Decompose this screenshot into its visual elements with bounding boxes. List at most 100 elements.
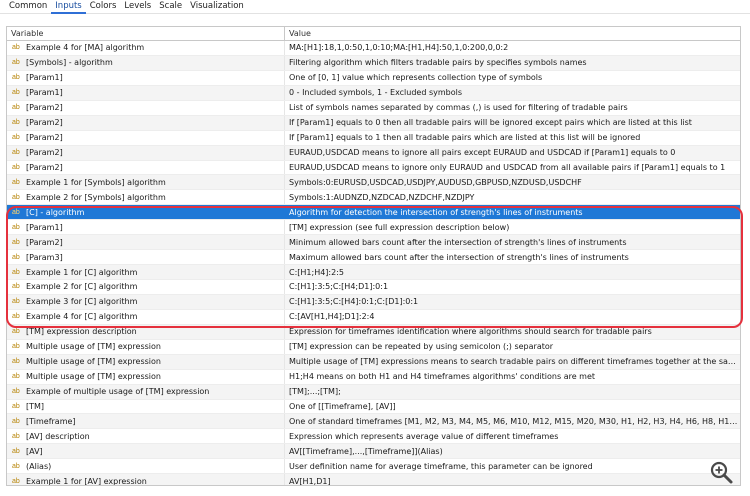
variable-cell: ab [C] - algorithm xyxy=(7,205,285,220)
value-cell[interactable]: Maximum allowed bars count after the int… xyxy=(285,253,740,262)
string-type-icon: ab xyxy=(12,417,20,425)
variable-cell: ab [Param2] xyxy=(7,115,285,130)
value-cell[interactable]: If [Param1] equals to 1 then all tradabl… xyxy=(285,133,740,142)
tab-colors[interactable]: Colors xyxy=(86,0,121,14)
value-cell[interactable]: [TM];...;[TM]; xyxy=(285,387,740,396)
variable-cell: ab Example 1 for [AV] expression xyxy=(7,474,285,485)
tab-scale[interactable]: Scale xyxy=(155,0,186,14)
value-cell[interactable]: EURAUD,USDCAD means to ignore only EURAU… xyxy=(285,163,740,172)
table-row[interactable]: ab [Param2] EURAUD,USDCAD means to ignore … xyxy=(7,160,740,176)
value-cell[interactable]: C:[H1]:3:5;C:[H4]:0:1;C:[D1]:0:1 xyxy=(285,297,740,306)
table-row[interactable]: ab [AV] AV[[Timeframe],...,[Timeframe]](Al… xyxy=(7,444,740,460)
tab-inputs[interactable]: Inputs xyxy=(51,0,86,14)
string-type-icon: ab xyxy=(12,328,20,336)
string-type-icon: ab xyxy=(12,163,20,171)
tab-bar: Common Inputs Colors Levels Scale Visual… xyxy=(0,0,750,14)
value-cell[interactable]: AV[H1,D1] xyxy=(285,477,740,485)
column-header-value[interactable]: Value xyxy=(285,27,740,40)
value-cell[interactable]: One of [0, 1] value which represents col… xyxy=(285,73,740,82)
variable-cell: ab Multiple usage of [TM] expression xyxy=(7,354,285,369)
value-cell[interactable]: Algorithm for detection the intersection… xyxy=(285,208,740,217)
table-row[interactable]: ab [Param1] [TM] expression (see full expr… xyxy=(7,220,740,236)
variable-cell: ab Example 1 for [Symbols] algorithm xyxy=(7,175,285,190)
value-cell[interactable]: C:[AV[H1,H4];D1]:2:4 xyxy=(285,312,740,321)
value-cell[interactable]: Multiple usage of [TM] expressions means… xyxy=(285,357,740,366)
tab-visualization[interactable]: Visualization xyxy=(186,0,248,14)
table-row[interactable]: ab Example 1 for [AV] expression AV[H1,D1] xyxy=(7,474,740,485)
value-cell[interactable]: Symbols:1:AUDNZD,NZDCAD,NZDCHF,NZDJPY xyxy=(285,193,740,202)
tab-levels[interactable]: Levels xyxy=(120,0,155,14)
table-row[interactable]: ab Multiple usage of [TM] expression H1;H4… xyxy=(7,369,740,385)
table-row[interactable]: ab Example 4 for [MA] algorithm MA:[H1]:18… xyxy=(7,41,740,56)
table-row[interactable]: ab [TM] expression description Expression … xyxy=(7,324,740,340)
table-row[interactable]: ab Example 3 for [C] algorithm C:[H1]:3:5;… xyxy=(7,294,740,310)
variable-name: [Param2] xyxy=(26,237,63,247)
string-type-icon: ab xyxy=(12,59,20,67)
value-cell[interactable]: Expression which represents average valu… xyxy=(285,432,740,441)
variable-cell: ab Example 2 for [Symbols] algorithm xyxy=(7,190,285,205)
variable-cell: ab Example of multiple usage of [TM] expr… xyxy=(7,384,285,399)
zoom-in-icon[interactable] xyxy=(708,459,734,485)
table-row[interactable]: ab [C] - algorithm Algorithm for detection… xyxy=(7,205,740,221)
table-row[interactable]: ab Example 1 for [Symbols] algorithm Symbo… xyxy=(7,175,740,191)
variable-cell: ab Example 3 for [C] algorithm xyxy=(7,294,285,309)
value-cell[interactable]: Symbols:0:EURUSD,USDCAD,USDJPY,AUDUSD,GB… xyxy=(285,178,740,187)
variable-name: [C] - algorithm xyxy=(26,207,85,217)
column-header-variable[interactable]: Variable xyxy=(7,27,285,40)
value-cell[interactable]: List of symbols names separated by comma… xyxy=(285,103,740,112)
string-type-icon: ab xyxy=(12,253,20,261)
string-type-icon: ab xyxy=(12,313,20,321)
table-row[interactable]: ab [Param2] If [Param1] equals to 1 then a… xyxy=(7,130,740,146)
variable-name: Example 1 for [Symbols] algorithm xyxy=(26,177,166,187)
table-row[interactable]: ab [Param3] Maximum allowed bars count aft… xyxy=(7,250,740,266)
variable-name: Example 4 for [MA] algorithm xyxy=(26,43,145,53)
string-type-icon: ab xyxy=(12,447,20,455)
table-row[interactable]: ab Example 2 for [C] algorithm C:[H1]:3:5;… xyxy=(7,280,740,295)
string-type-icon: ab xyxy=(12,104,20,112)
value-cell[interactable]: One of [[Timeframe], [AV]] xyxy=(285,402,740,411)
value-cell[interactable]: Minimum allowed bars count after the int… xyxy=(285,238,740,247)
value-cell[interactable]: Filtering algorithm which filters tradab… xyxy=(285,58,740,67)
value-cell[interactable]: AV[[Timeframe],...,[Timeframe]](Alias) xyxy=(285,447,740,456)
string-type-icon: ab xyxy=(12,89,20,97)
variable-name: Multiple usage of [TM] expression xyxy=(26,342,161,352)
string-type-icon: ab xyxy=(12,134,20,142)
table-row[interactable]: ab Multiple usage of [TM] expression Multi… xyxy=(7,354,740,370)
value-cell[interactable]: User definition name for average timefra… xyxy=(285,462,740,471)
variable-cell: ab [Param3] xyxy=(7,250,285,265)
value-cell[interactable]: C:[H1]:3:5;C:[H4;D1]:0:1 xyxy=(285,282,740,291)
table-row[interactable]: ab (Alias) User definition name for averag… xyxy=(7,459,740,475)
table-row[interactable]: ab [TM] One of [[Timeframe], [AV]] xyxy=(7,399,740,415)
tab-common[interactable]: Common xyxy=(5,0,51,14)
variable-name: Multiple usage of [TM] expression xyxy=(26,357,161,367)
variable-name: [AV] description xyxy=(26,431,90,441)
table-row[interactable]: ab [Symbols] - algorithm Filtering algorit… xyxy=(7,55,740,71)
value-cell[interactable]: 0 - Included symbols, 1 - Excluded symbo… xyxy=(285,88,740,97)
table-row[interactable]: ab [Param2] List of symbols names separate… xyxy=(7,100,740,116)
table-row[interactable]: ab Example 2 for [Symbols] algorithm Symbo… xyxy=(7,190,740,206)
variable-cell: ab (Alias) xyxy=(7,459,285,474)
value-cell[interactable]: Expression for timeframes identification… xyxy=(285,327,740,336)
variable-cell: ab [TM] expression description xyxy=(7,324,285,339)
value-cell[interactable]: C:[H1;H4]:2:5 xyxy=(285,268,740,277)
table-row[interactable]: ab Example 4 for [C] algorithm C:[AV[H1,H4… xyxy=(7,309,740,325)
variable-name: [Param2] xyxy=(26,118,63,128)
table-row[interactable]: ab [Param2] Minimum allowed bars count aft… xyxy=(7,235,740,251)
variable-name: Multiple usage of [TM] expression xyxy=(26,372,161,382)
value-cell[interactable]: [TM] expression (see full expression des… xyxy=(285,223,740,232)
table-row[interactable]: ab [Param1] 0 - Included symbols, 1 - Excl… xyxy=(7,85,740,101)
table-row[interactable]: ab Multiple usage of [TM] expression [TM] … xyxy=(7,339,740,355)
table-row[interactable]: ab Example of multiple usage of [TM] expr… xyxy=(7,384,740,400)
table-row[interactable]: ab [AV] description Expression which repre… xyxy=(7,429,740,445)
table-row[interactable]: ab [Param2] EURAUD,USDCAD means to ignore … xyxy=(7,145,740,161)
value-cell[interactable]: One of standard timeframes [M1, M2, M3, … xyxy=(285,417,740,426)
table-row[interactable]: ab [Param2] If [Param1] equals to 0 then a… xyxy=(7,115,740,131)
table-row[interactable]: ab [Param1] One of [0, 1] value which repr… xyxy=(7,70,740,86)
value-cell[interactable]: EURAUD,USDCAD means to ignore all pairs … xyxy=(285,148,740,157)
table-row[interactable]: ab [Timeframe] One of standard timeframes … xyxy=(7,414,740,430)
value-cell[interactable]: MA:[H1]:18,1,0:50,1,0:10;MA:[H1,H4]:50,1… xyxy=(285,43,740,52)
value-cell[interactable]: H1;H4 means on both H1 and H4 timeframes… xyxy=(285,372,740,381)
value-cell[interactable]: [TM] expression can be repeated by using… xyxy=(285,342,740,351)
table-row[interactable]: ab Example 1 for [C] algorithm C:[H1;H4]:2… xyxy=(7,265,740,280)
value-cell[interactable]: If [Param1] equals to 0 then all tradabl… xyxy=(285,118,740,127)
